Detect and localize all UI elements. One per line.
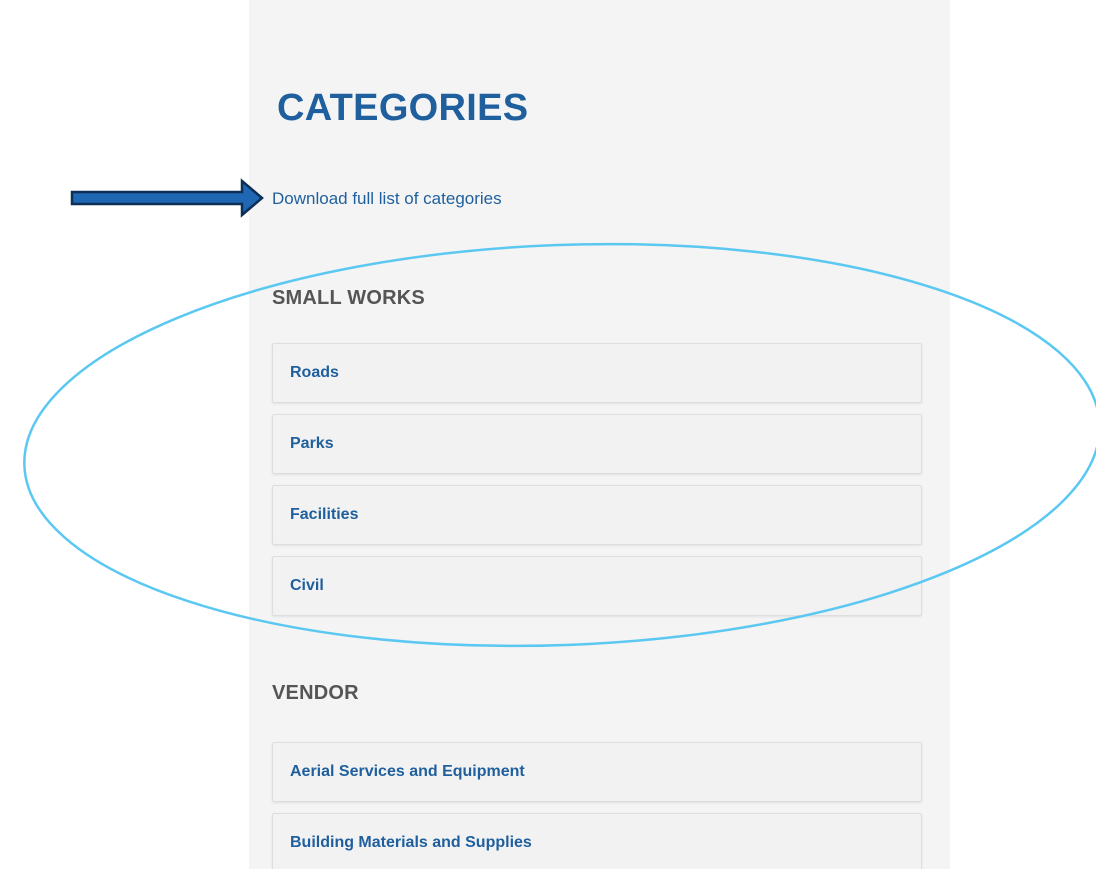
category-item-label: Parks xyxy=(290,435,334,452)
page: CATEGORIES Download full list of categor… xyxy=(0,0,1096,869)
category-item-aerial-services[interactable]: Aerial Services and Equipment xyxy=(272,742,922,802)
page-title: CATEGORIES xyxy=(277,87,529,129)
category-item-label: Roads xyxy=(290,364,339,381)
category-item-label: Aerial Services and Equipment xyxy=(290,763,525,780)
download-categories-link[interactable]: Download full list of categories xyxy=(272,186,502,212)
category-item-parks[interactable]: Parks xyxy=(272,414,922,474)
category-item-building-materials[interactable]: Building Materials and Supplies xyxy=(272,813,922,869)
category-item-label: Civil xyxy=(290,577,324,594)
annotation-arrow-icon xyxy=(70,178,264,218)
category-item-label: Building Materials and Supplies xyxy=(290,834,532,851)
category-item-label: Facilities xyxy=(290,506,359,523)
category-item-roads[interactable]: Roads xyxy=(272,343,922,403)
category-item-civil[interactable]: Civil xyxy=(272,556,922,616)
section-title-vendor: VENDOR xyxy=(272,682,359,704)
category-item-facilities[interactable]: Facilities xyxy=(272,485,922,545)
section-title-small-works: SMALL WORKS xyxy=(272,287,425,309)
